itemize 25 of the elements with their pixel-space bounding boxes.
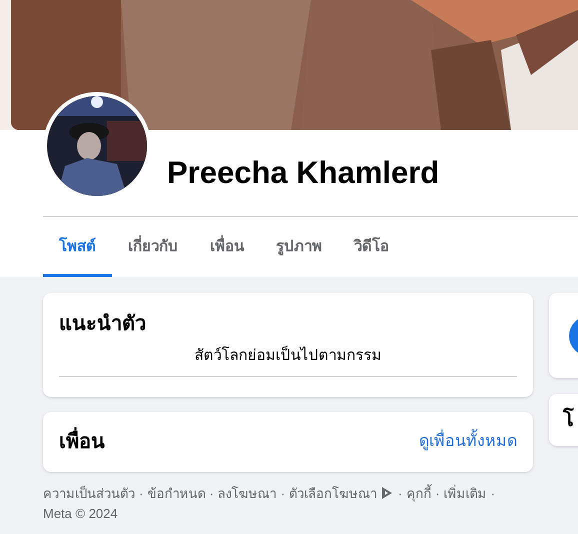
footer-link[interactable]: เพิ่มเติม bbox=[444, 486, 487, 500]
separator-dot: · bbox=[280, 486, 286, 500]
separator-dot: · bbox=[209, 486, 214, 500]
profile-tab[interactable]: เพื่อน bbox=[194, 217, 260, 277]
intro-title: แนะนำตัว bbox=[59, 312, 147, 337]
footer-link[interactable]: ความเป็นส่วนตัว bbox=[43, 486, 135, 500]
profile-tab[interactable]: รูปภาพ bbox=[260, 217, 338, 277]
footer-link[interactable]: ลงโฆษณา bbox=[218, 486, 277, 500]
footer-link[interactable]: คุกกี้ bbox=[406, 486, 432, 500]
footer-link[interactable]: ข้อกำหนด bbox=[147, 486, 206, 500]
profile-tab[interactable]: วิดีโอ bbox=[338, 217, 405, 277]
bio-text: สัตว์โลกย่อมเป็นไปตามกรรม bbox=[59, 345, 517, 376]
friends-title: เพื่อน bbox=[59, 426, 105, 456]
separator-dot: · bbox=[139, 486, 144, 500]
separator-dot: · bbox=[490, 486, 496, 500]
profile-name: Preecha Khamlerd bbox=[167, 154, 440, 192]
profile-tab[interactable]: เกี่ยวกับ bbox=[112, 217, 194, 277]
side-card-title: โ bbox=[563, 406, 574, 433]
play-icon bbox=[380, 486, 394, 500]
footer-link[interactable]: ตัวเลือกโฆษณา bbox=[289, 486, 378, 500]
copyright-text: Meta © 2024 bbox=[43, 504, 118, 522]
separator-dot: · bbox=[398, 486, 402, 500]
separator-dot: · bbox=[435, 486, 440, 500]
profile-tab[interactable]: โพสต์ bbox=[43, 217, 112, 277]
see-all-friends-link[interactable]: ดูเพื่อนทั้งหมด bbox=[419, 430, 517, 454]
